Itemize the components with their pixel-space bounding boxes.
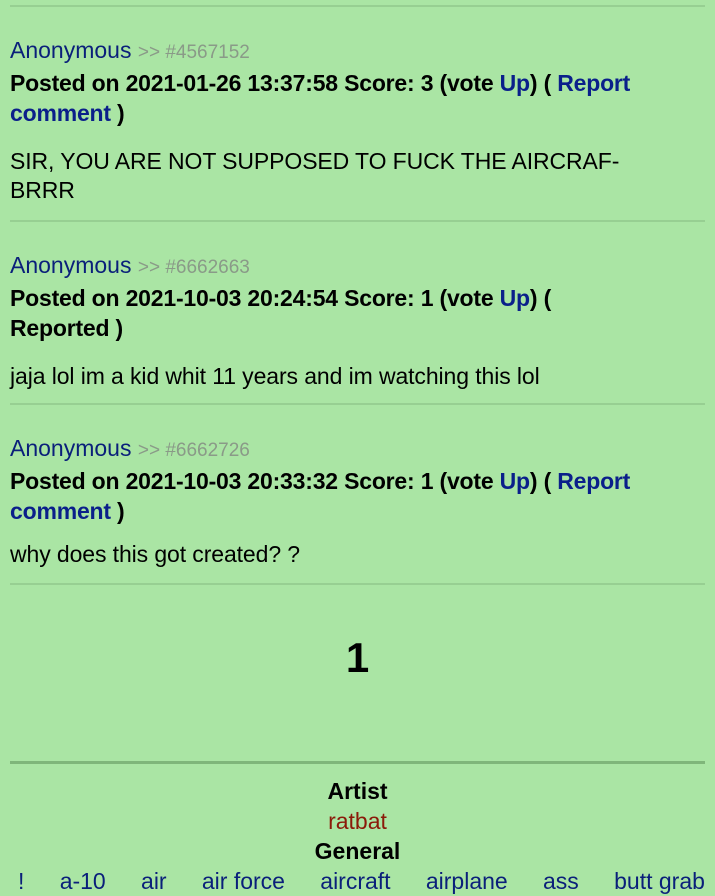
posted-label: Posted on <box>10 468 120 494</box>
report-close: ) <box>110 498 125 524</box>
comment-text: SIR, YOU ARE NOT SUPPOSED TO FUCK THE AI… <box>10 148 620 203</box>
divider <box>10 5 705 7</box>
comment-id[interactable]: >> #4567152 <box>138 42 250 63</box>
comment-author-link[interactable]: Anonymous <box>10 37 131 63</box>
comment-id[interactable]: >> #6662663 <box>138 257 250 278</box>
score-label: Score: <box>344 70 415 96</box>
report-close: ) <box>110 100 125 126</box>
divider <box>10 761 705 764</box>
tag-link[interactable]: aircraft <box>320 866 390 896</box>
comment-meta: Posted on 2021-10-03 20:24:54 Score: 1 (… <box>10 283 650 343</box>
divider <box>10 583 705 585</box>
vote-up-link[interactable]: Up <box>500 468 530 494</box>
posted-label: Posted on <box>10 285 120 311</box>
tag-link[interactable]: a-10 <box>60 866 106 896</box>
comment-author-link[interactable]: Anonymous <box>10 252 131 278</box>
divider <box>10 220 705 222</box>
comment-datetime: 2021-01-26 13:37:58 <box>125 70 339 96</box>
posted-label: Posted on <box>10 70 120 96</box>
comment-datetime: 2021-10-03 20:24:54 <box>125 285 339 311</box>
vote-open: (vote <box>439 468 500 494</box>
comment-header: Anonymous >> #6662663 <box>10 250 705 283</box>
tag-link[interactable]: air force <box>202 866 285 896</box>
report-open: ( <box>543 285 552 311</box>
report-close: ) <box>109 315 124 341</box>
comment-header: Anonymous >> #4567152 <box>10 35 705 68</box>
vote-open: (vote <box>439 285 500 311</box>
vote-up-link[interactable]: Up <box>500 70 530 96</box>
reported-status: Reported <box>10 315 110 341</box>
score-value: 1 <box>420 285 434 311</box>
vote-open: (vote <box>439 70 500 96</box>
vote-up-link[interactable]: Up <box>500 285 530 311</box>
score-label: Score: <box>344 285 415 311</box>
score-value: 1 <box>420 468 434 494</box>
vote-close: ) <box>529 285 538 311</box>
general-tags: ! a-10 air air force aircraft airplane a… <box>10 866 705 896</box>
comment-text: jaja lol im a kid whit 11 years and im w… <box>10 363 540 389</box>
comment-header: Anonymous >> #6662726 <box>10 433 705 466</box>
artist-heading: Artist <box>327 778 388 804</box>
tag-link[interactable]: air <box>141 866 167 896</box>
artist-tag-link[interactable]: ratbat <box>10 806 705 836</box>
comment-meta: Posted on 2021-01-26 13:37:58 Score: 3 (… <box>10 68 705 128</box>
score-value: 3 <box>420 70 434 96</box>
tag-link[interactable]: ! <box>18 866 24 896</box>
comment-meta: Posted on 2021-10-03 20:33:32 Score: 1 (… <box>10 466 705 526</box>
comments-page: Anonymous >> #4567152 Posted on 2021-01-… <box>10 0 705 896</box>
report-open: ( <box>543 70 558 96</box>
comment-text: why does this got created? ? <box>10 541 300 567</box>
comment: Anonymous >> #4567152 Posted on 2021-01-… <box>10 35 705 205</box>
divider <box>10 403 705 405</box>
tag-link[interactable]: butt grab <box>614 866 705 896</box>
tag-link[interactable]: airplane <box>426 866 508 896</box>
general-heading: General <box>314 838 401 864</box>
pagination: 1 <box>10 633 705 683</box>
comment-author-link[interactable]: Anonymous <box>10 435 131 461</box>
report-open: ( <box>543 468 558 494</box>
comment-datetime: 2021-10-03 20:33:32 <box>125 468 339 494</box>
vote-close: ) <box>529 468 538 494</box>
comment-id[interactable]: >> #6662726 <box>138 440 250 461</box>
comment: Anonymous >> #6662663 Posted on 2021-10-… <box>10 250 705 391</box>
comment: Anonymous >> #6662726 Posted on 2021-10-… <box>10 433 705 569</box>
vote-close: ) <box>529 70 538 96</box>
score-label: Score: <box>344 468 415 494</box>
tag-list: Artist ratbat General ! a-10 air air for… <box>10 776 705 896</box>
tag-link[interactable]: ass <box>543 866 579 896</box>
page-current: 1 <box>345 634 370 681</box>
